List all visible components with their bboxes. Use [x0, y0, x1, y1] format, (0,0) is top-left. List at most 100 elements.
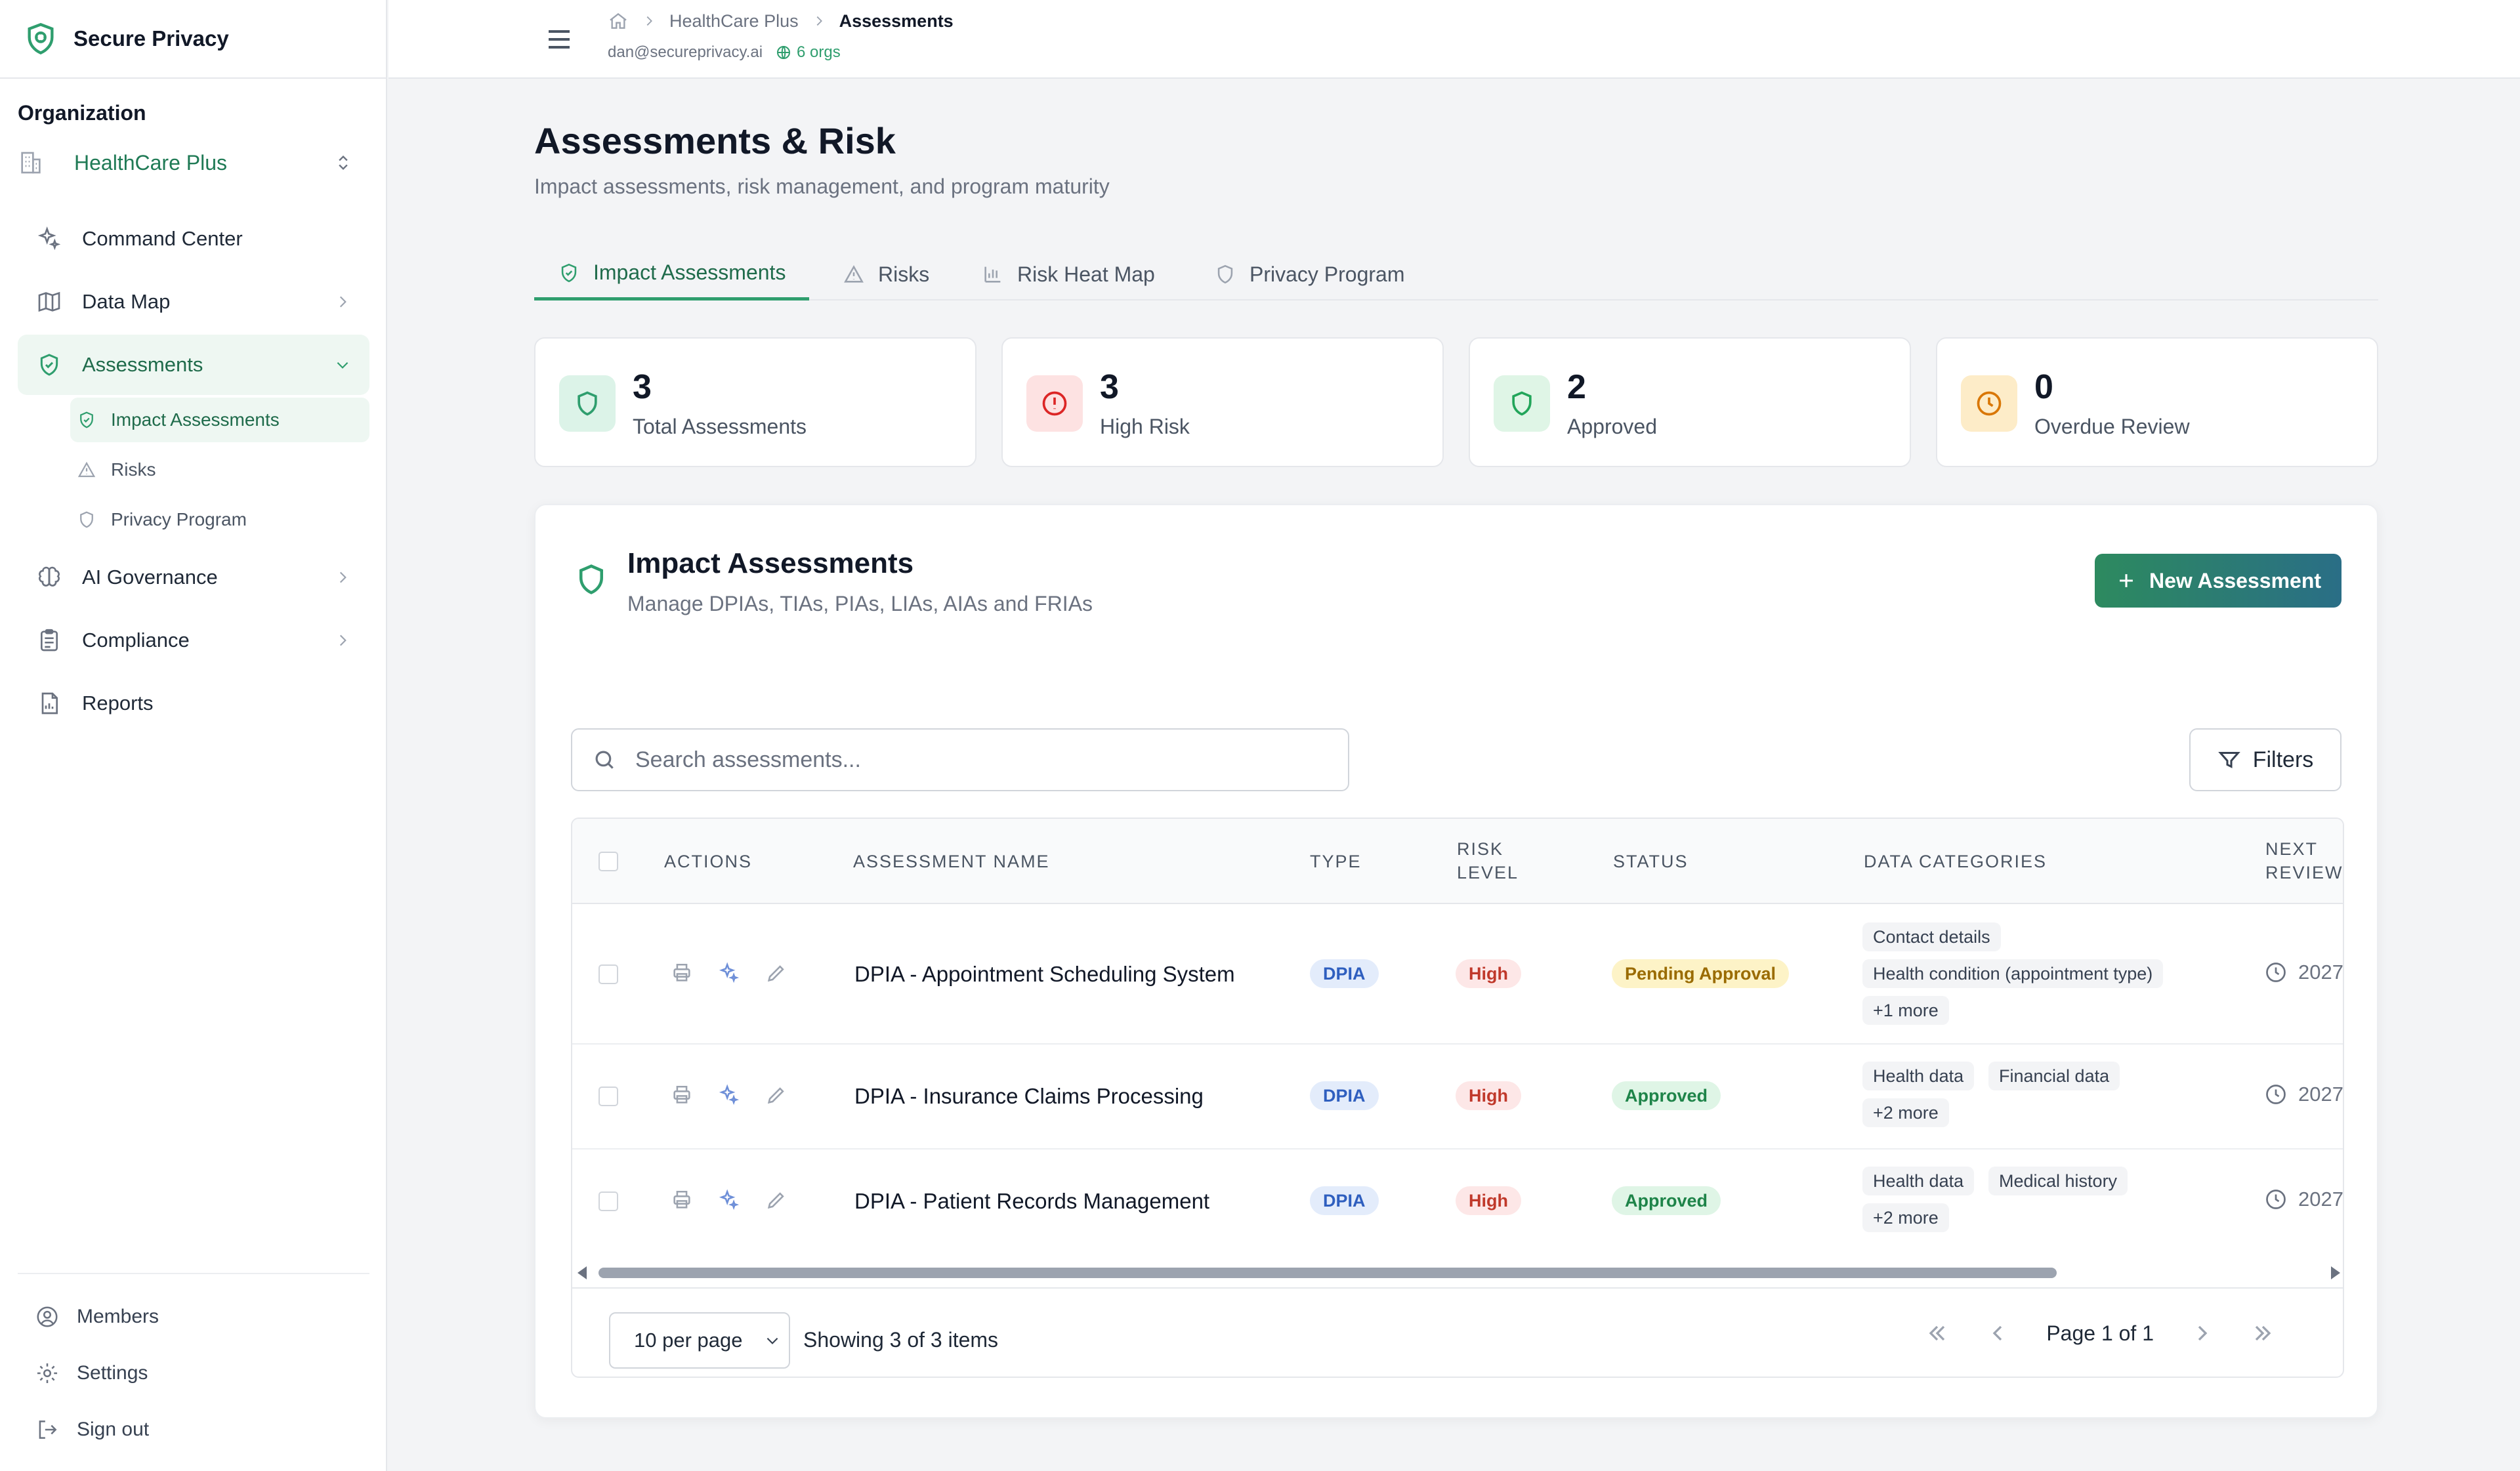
brand[interactable]: Secure Privacy — [0, 0, 386, 79]
sidebar-subitem-risks[interactable]: Risks — [70, 447, 369, 492]
assessment-name[interactable]: DPIA - Insurance Claims Processing — [854, 1084, 1204, 1109]
table-row[interactable]: DPIA - Insurance Claims Processing DPIA … — [572, 1045, 2343, 1150]
next-review: 2027 — [2264, 1188, 2343, 1211]
column-header-risk-level[interactable]: RISK LEVEL — [1457, 837, 1519, 884]
per-page-value: 10 per page — [634, 1329, 743, 1352]
sidebar-item-reports[interactable]: Reports — [18, 673, 369, 734]
panel-subtitle: Manage DPIAs, TIAs, PIAs, LIAs, AIAs and… — [627, 592, 1093, 615]
search-input[interactable] — [635, 747, 1292, 773]
edit-pencil-icon[interactable] — [765, 1084, 788, 1106]
org-count[interactable]: 6 orgs — [797, 43, 841, 62]
column-header-actions: ACTIONS — [664, 852, 753, 871]
filters-button[interactable]: Filters — [2189, 728, 2342, 791]
home-icon[interactable] — [608, 10, 629, 31]
stat-value: 2 — [1567, 368, 1586, 406]
sidebar-item-label: Assessments — [82, 353, 203, 376]
print-icon[interactable] — [671, 962, 693, 984]
first-page-icon[interactable] — [1924, 1320, 1950, 1346]
sidebar-subitem-privacy-program[interactable]: Privacy Program — [70, 497, 369, 542]
stat-value: 3 — [633, 368, 652, 406]
clipboard-icon — [36, 627, 62, 653]
ai-sparkle-icon[interactable] — [718, 962, 740, 984]
scrollbar-thumb[interactable] — [598, 1268, 2057, 1278]
ai-sparkle-icon[interactable] — [718, 1189, 740, 1211]
column-header-status[interactable]: STATUS — [1613, 850, 1689, 873]
sidebar-item-settings[interactable]: Settings — [18, 1345, 369, 1401]
edit-pencil-icon[interactable] — [765, 1189, 788, 1211]
sidebar-item-label: Members — [77, 1306, 159, 1327]
data-category-chip: Health data — [1862, 1062, 1975, 1090]
new-assessment-button[interactable]: New Assessment — [2095, 554, 2342, 608]
data-category-chip: Contact details — [1862, 922, 2001, 951]
scroll-left-arrow-icon[interactable] — [578, 1266, 587, 1279]
search-box[interactable] — [571, 728, 1349, 791]
sidebar-item-data-map[interactable]: Data Map — [18, 272, 369, 332]
row-checkbox[interactable] — [598, 1087, 618, 1106]
sidebar-subitem-label: Risks — [111, 459, 156, 480]
row-checkbox[interactable] — [598, 964, 618, 984]
sidebar-item-compliance[interactable]: Compliance — [18, 610, 369, 671]
horizontal-scrollbar[interactable] — [572, 1260, 2343, 1286]
shield-icon — [77, 510, 96, 529]
next-review: 2027 — [2264, 1083, 2343, 1106]
previous-page-icon[interactable] — [1984, 1320, 2011, 1346]
more-categories-chip[interactable]: +1 more — [1862, 996, 1949, 1025]
column-header-type[interactable]: TYPE — [1310, 850, 1362, 873]
sidebar-item-ai-governance[interactable]: AI Governance — [18, 547, 369, 608]
print-icon[interactable] — [671, 1084, 693, 1106]
gear-icon — [35, 1361, 60, 1386]
impact-assessments-panel: Impact Assessments Manage DPIAs, TIAs, P… — [534, 504, 2378, 1419]
bar-chart-icon — [982, 263, 1004, 285]
clock-icon — [2264, 961, 2288, 984]
tab-impact-assessments[interactable]: Impact Assessments — [534, 248, 810, 300]
globe-icon — [776, 45, 791, 60]
next-page-icon[interactable] — [2189, 1320, 2216, 1346]
stat-value: 3 — [1100, 368, 1119, 406]
tab-label: Impact Assessments — [593, 260, 786, 284]
select-all-checkbox[interactable] — [598, 852, 618, 871]
sidebar-item-command-center[interactable]: Command Center — [18, 209, 369, 269]
table-row[interactable]: DPIA - Patient Records Management DPIA H… — [572, 1150, 2343, 1254]
sidebar-subitem-impact-assessments[interactable]: Impact Assessments — [70, 398, 369, 442]
chevron-right-icon — [334, 569, 351, 586]
plus-icon — [2115, 570, 2137, 592]
column-header-next-line1: NEXT — [2265, 839, 2319, 859]
next-review-value: 2027 — [2298, 1188, 2343, 1211]
per-page-select[interactable]: 10 per page — [609, 1312, 790, 1369]
status-badge: Approved — [1612, 1081, 1721, 1110]
chevron-right-icon — [334, 632, 351, 649]
sidebar-item-sign-out[interactable]: Sign out — [18, 1401, 369, 1458]
row-checkbox[interactable] — [598, 1191, 618, 1211]
sidebar-item-label: Settings — [77, 1362, 148, 1384]
sidebar-item-assessments[interactable]: Assessments — [18, 335, 369, 395]
stat-card-total-assessments: 3 Total Assessments — [534, 337, 976, 467]
clock-icon — [1961, 375, 2017, 432]
stat-card-overdue-review: 0 Overdue Review — [1936, 337, 2378, 467]
table-row[interactable]: DPIA - Appointment Scheduling System DPI… — [572, 904, 2343, 1045]
assessment-name[interactable]: DPIA - Patient Records Management — [854, 1189, 1209, 1214]
edit-pencil-icon[interactable] — [765, 962, 788, 984]
last-page-icon[interactable] — [2250, 1320, 2276, 1346]
scroll-right-arrow-icon[interactable] — [2331, 1266, 2340, 1279]
organization-selector[interactable]: HealthCare Plus — [18, 144, 352, 181]
assessment-name[interactable]: DPIA - Appointment Scheduling System — [854, 962, 1235, 987]
panel-title: Impact Assessments — [627, 547, 914, 579]
ai-sparkle-icon[interactable] — [718, 1084, 740, 1106]
column-header-next-review[interactable]: NEXT REVIEW — [2265, 837, 2343, 884]
tab-risks[interactable]: Risks — [843, 248, 929, 300]
more-categories-chip[interactable]: +2 more — [1862, 1098, 1949, 1127]
print-icon[interactable] — [671, 1189, 693, 1211]
more-categories-chip[interactable]: +2 more — [1862, 1203, 1949, 1232]
page-subtitle: Impact assessments, risk management, and… — [534, 175, 1110, 198]
sidebar-nav: Command Center Data Map Assessments Impa… — [18, 209, 369, 736]
tab-privacy-program[interactable]: Privacy Program — [1214, 248, 1405, 300]
sidebar-bottom: Members Settings Sign out — [18, 1273, 369, 1458]
breadcrumb-org[interactable]: HealthCare Plus — [669, 11, 799, 31]
filters-label: Filters — [2252, 747, 2314, 772]
stat-label: Approved — [1567, 415, 1657, 438]
column-header-assessment-name[interactable]: ASSESSMENT NAME — [853, 850, 1050, 873]
shield-check-icon — [77, 410, 96, 430]
menu-icon[interactable] — [543, 24, 575, 55]
tab-risk-heat-map[interactable]: Risk Heat Map — [982, 248, 1155, 300]
sidebar-item-members[interactable]: Members — [18, 1289, 369, 1345]
